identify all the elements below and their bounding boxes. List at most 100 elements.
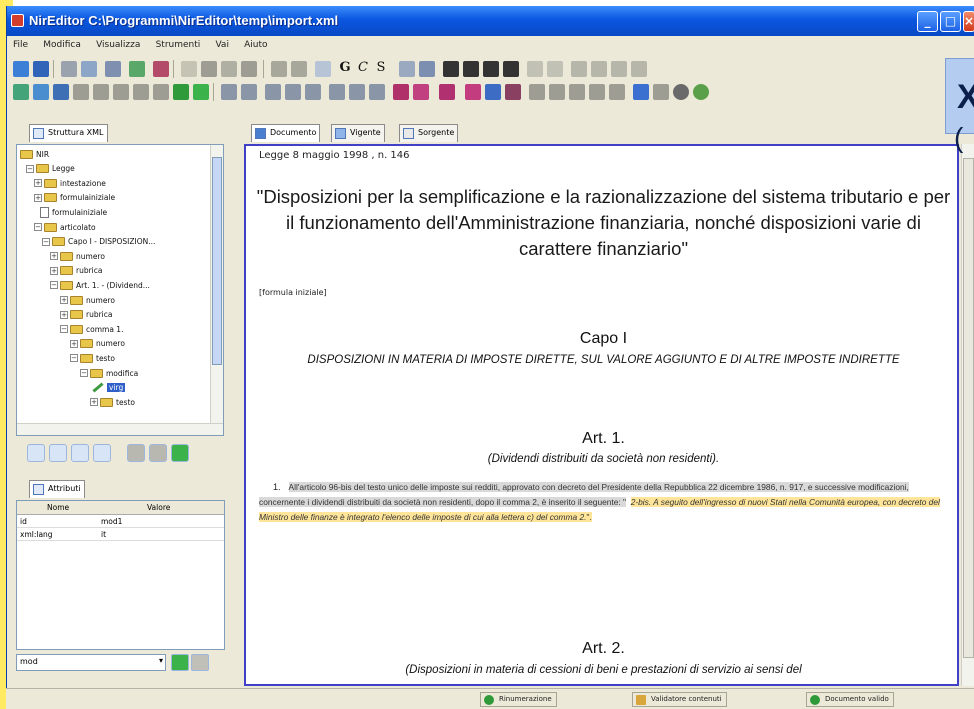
- tree-node[interactable]: + testo: [90, 395, 135, 409]
- tree-node[interactable]: − Legge: [26, 162, 75, 176]
- date-icon[interactable]: [505, 84, 521, 100]
- pane-splitter[interactable]: [15, 470, 240, 478]
- expand-node-icon[interactable]: +: [34, 179, 42, 188]
- merge-icon[interactable]: [589, 84, 605, 100]
- search-icon[interactable]: [129, 61, 145, 77]
- nav-down-icon[interactable]: [71, 444, 89, 462]
- collapse-node-icon[interactable]: −: [60, 325, 68, 334]
- window-icon[interactable]: [633, 84, 649, 100]
- abrogation-icon[interactable]: [485, 84, 501, 100]
- document-editor[interactable]: Legge 8 maggio 1998 , n. 146 "Disposizio…: [244, 144, 959, 686]
- menu-file[interactable]: File: [7, 38, 34, 52]
- collapse-node-icon[interactable]: −: [70, 354, 78, 363]
- redo-icon[interactable]: [291, 61, 307, 77]
- new-icon[interactable]: [13, 61, 29, 77]
- expand-node-icon[interactable]: +: [70, 339, 78, 348]
- tab-struttura-xml[interactable]: Struttura XML: [29, 124, 108, 142]
- italic-button[interactable]: C: [355, 60, 371, 78]
- expand-node-icon[interactable]: +: [60, 296, 68, 304]
- tree-node[interactable]: − Art. 1. - (Dividend...: [50, 278, 150, 292]
- green-arrow-icon[interactable]: [193, 84, 209, 100]
- menu-vai[interactable]: Vai: [209, 38, 234, 52]
- tree-node[interactable]: + numero: [70, 337, 125, 351]
- quote-icon[interactable]: [439, 84, 455, 100]
- table-icon[interactable]: [571, 61, 587, 77]
- element-icon[interactable]: [73, 84, 89, 100]
- tree-node[interactable]: virg: [92, 381, 126, 395]
- compare-icon[interactable]: [569, 84, 585, 100]
- menu-modifica[interactable]: Modifica: [37, 38, 87, 52]
- align-right-icon[interactable]: [483, 61, 499, 77]
- menu-visualizza[interactable]: Visualizza: [90, 38, 146, 52]
- print-icon[interactable]: [105, 61, 121, 77]
- document-scrollbar[interactable]: [961, 144, 974, 686]
- table-row[interactable]: id mod1: [17, 515, 224, 528]
- undo-icon[interactable]: [271, 61, 287, 77]
- globe-icon[interactable]: [673, 84, 689, 100]
- status-rinumerazione[interactable]: Rinumerazione: [480, 692, 557, 707]
- nav-up-icon[interactable]: [49, 444, 67, 462]
- remove-attribute-icon[interactable]: [191, 654, 209, 671]
- tree-node[interactable]: + numero: [50, 249, 105, 263]
- modify-icon[interactable]: [465, 84, 481, 100]
- delete-icon[interactable]: [241, 61, 257, 77]
- table-row[interactable]: xml:lang it: [17, 528, 224, 541]
- tree-node[interactable]: − Capo I - DISPOSIZION...: [42, 235, 155, 249]
- tree-vscrollbar[interactable]: [210, 145, 223, 435]
- expand-node-icon[interactable]: +: [50, 266, 58, 275]
- menu-strumenti[interactable]: Strumenti: [150, 38, 207, 52]
- tree-node[interactable]: + intestazione: [34, 176, 106, 190]
- spellcheck-icon[interactable]: [153, 61, 169, 77]
- attribute-icon[interactable]: [93, 84, 109, 100]
- expand-node-icon[interactable]: +: [60, 310, 68, 319]
- style-icon[interactable]: [419, 61, 435, 77]
- section-icon[interactable]: [349, 84, 365, 100]
- nav-forward-icon[interactable]: [93, 444, 111, 462]
- expand-node-icon[interactable]: +: [34, 193, 42, 202]
- number-icon[interactable]: [285, 84, 301, 100]
- comment-icon[interactable]: [113, 84, 129, 100]
- tree-node[interactable]: − modifica: [80, 366, 138, 380]
- image-icon[interactable]: [591, 61, 607, 77]
- properties-icon[interactable]: [61, 61, 77, 77]
- view-icon[interactable]: [53, 84, 69, 100]
- green-check-icon[interactable]: [173, 84, 189, 100]
- minimize-button[interactable]: _: [917, 11, 938, 32]
- tab-attributi[interactable]: Attributi: [29, 480, 85, 498]
- tree-node[interactable]: − articolato: [34, 220, 96, 234]
- underline-button[interactable]: S: [373, 60, 389, 78]
- collapse-node-icon[interactable]: −: [50, 281, 58, 290]
- collapse-node-icon[interactable]: −: [26, 164, 34, 173]
- element-select[interactable]: mod ▾: [16, 654, 166, 671]
- validate-icon[interactable]: [13, 84, 29, 100]
- maximize-button[interactable]: □: [940, 11, 961, 32]
- find-icon[interactable]: [315, 61, 331, 77]
- reference-icon[interactable]: [413, 84, 429, 100]
- tree-hscrollbar[interactable]: [17, 423, 223, 435]
- outdent-icon[interactable]: [547, 61, 563, 77]
- comma-icon[interactable]: [241, 84, 257, 100]
- close-button[interactable]: ×: [963, 11, 974, 32]
- tab-documento[interactable]: Documento: [251, 124, 321, 142]
- title-bar[interactable]: NirEditor C:\Programmi\NirEditor\temp\im…: [7, 6, 974, 36]
- collapse-icon[interactable]: [127, 444, 145, 462]
- version-icon[interactable]: [549, 84, 565, 100]
- gear-icon[interactable]: [693, 84, 709, 100]
- tree-node[interactable]: formulainiziale: [40, 205, 107, 219]
- copy-icon[interactable]: [201, 61, 217, 77]
- letter-icon[interactable]: [265, 84, 281, 100]
- article-icon[interactable]: [221, 84, 237, 100]
- tree-node[interactable]: + numero: [60, 293, 115, 307]
- tree-node[interactable]: + rubrica: [50, 264, 102, 278]
- tree-node[interactable]: + rubrica: [60, 308, 112, 322]
- tree-icon[interactable]: [33, 84, 49, 100]
- edit-icon[interactable]: [81, 61, 97, 77]
- expand-node-icon[interactable]: +: [50, 252, 58, 261]
- collapse-node-icon[interactable]: −: [34, 223, 42, 231]
- status-documento-valido[interactable]: Documento valido: [806, 692, 894, 707]
- entity-icon[interactable]: [133, 84, 149, 100]
- add-attribute-icon[interactable]: [171, 654, 189, 671]
- grid-icon[interactable]: [653, 84, 669, 100]
- paste-icon[interactable]: [221, 61, 237, 77]
- status-validatore[interactable]: Validatore contenuti: [632, 692, 727, 707]
